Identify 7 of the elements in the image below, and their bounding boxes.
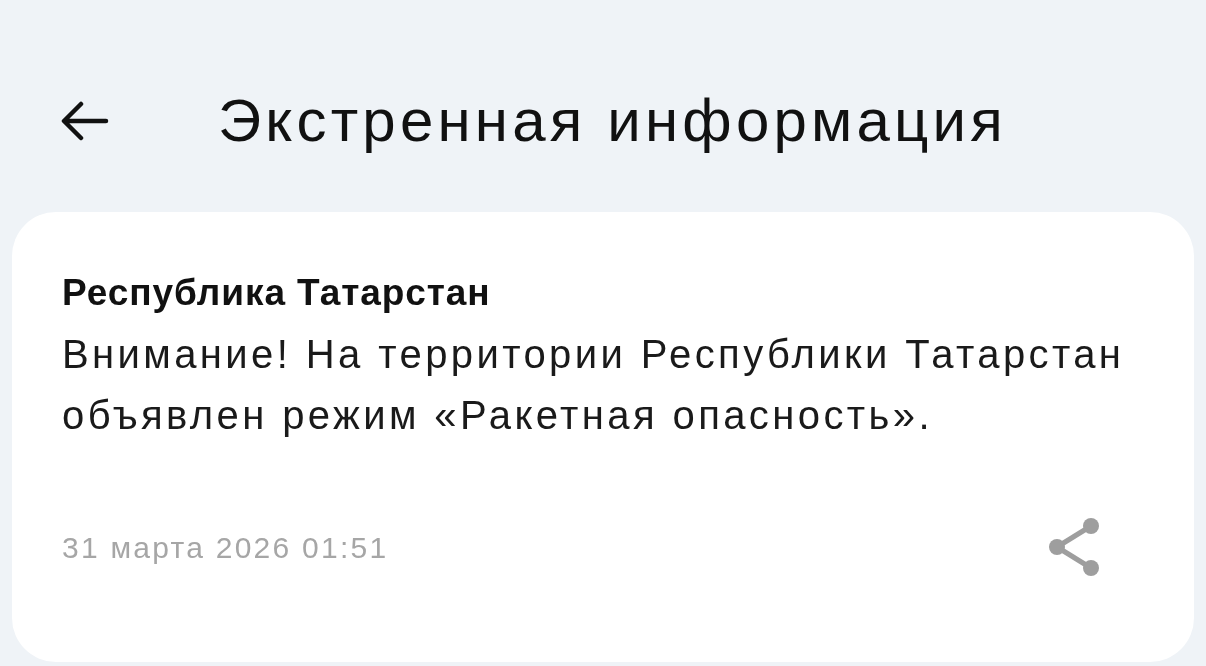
alert-date: 31 марта 2026 01:51: [62, 529, 389, 566]
alert-region: Республика Татарстан: [62, 271, 492, 315]
alert-message: Внимание! На территории Республики Татарстан объявлен режим «Ракетная опасность».: [62, 331, 1126, 439]
back-arrow-icon: [61, 101, 109, 141]
share-icon: [1046, 516, 1102, 578]
share-button[interactable]: [1046, 516, 1102, 578]
page-title: Экстренная информация: [218, 91, 1007, 151]
